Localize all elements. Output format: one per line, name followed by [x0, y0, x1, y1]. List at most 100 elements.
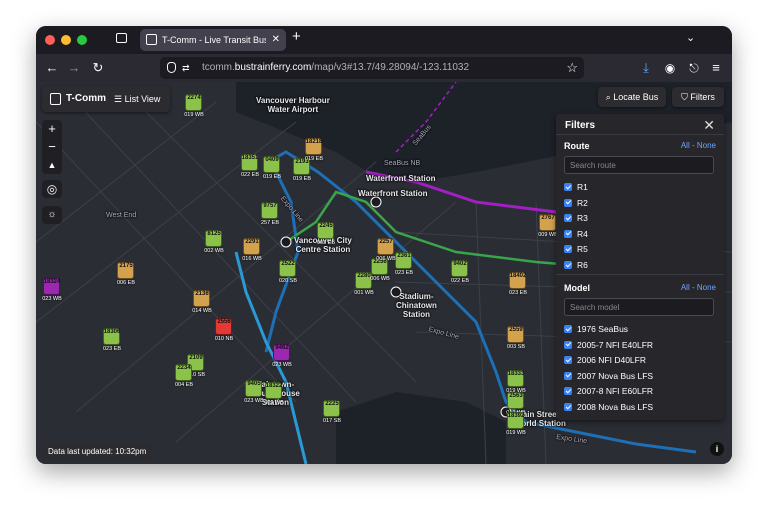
bus-marker[interactable]: 18306 023 EB: [100, 328, 124, 354]
checkbox[interactable]: [564, 198, 572, 207]
bus-direction: 023 WB: [42, 296, 62, 302]
route-option-label: R4: [577, 228, 588, 239]
waterfront-label: Waterfront Station: [366, 174, 436, 183]
bus-id: 2291: [245, 239, 259, 245]
route-none-link[interactable]: None: [697, 141, 716, 150]
checkbox[interactable]: [564, 183, 572, 191]
bus-marker[interactable]: 2225 017 SB: [320, 400, 344, 426]
station-marker[interactable]: [370, 196, 382, 208]
address-bar[interactable]: ⇄ tcomm.bustrainferry.com/map/v3#13.7/49…: [160, 57, 584, 79]
bus-id: 18218: [305, 139, 323, 145]
checkbox[interactable]: [564, 387, 572, 396]
bus-direction: 019 EB: [292, 176, 312, 182]
tab-tcomm[interactable]: T-Comm - Live Transit Bus Loca ✕: [140, 29, 286, 51]
checkbox[interactable]: [564, 214, 572, 223]
route-option-label: R5: [577, 244, 588, 255]
bus-id: 0409: [265, 157, 279, 163]
compass-icon[interactable]: ▲: [42, 156, 62, 174]
divider: [556, 134, 724, 135]
theme-toggle-icon[interactable]: ☼: [42, 206, 62, 224]
bus-marker[interactable]: 2245 003 EB: [314, 222, 338, 248]
model-search-input[interactable]: Search model: [564, 298, 714, 316]
site-settings-icon[interactable]: ⇄: [182, 57, 190, 79]
filters-button[interactable]: ⛉ Filters: [672, 87, 724, 107]
bus-marker[interactable]: 2291 016 WB: [240, 238, 264, 264]
station-marker[interactable]: [280, 236, 292, 248]
list-view-button[interactable]: ☰ List View: [114, 86, 160, 112]
bus-marker[interactable]: 8125 002 WB: [202, 230, 226, 256]
tab-list-chevron-icon[interactable]: ⌄: [686, 31, 695, 44]
extensions-icon[interactable]: ⎋: [684, 54, 704, 82]
geolocate-icon[interactable]: ◎: [42, 180, 62, 198]
locate-bus-button[interactable]: ⌕ Locate Bus: [598, 87, 666, 107]
bus-marker[interactable]: 9462 023 WB: [270, 344, 294, 370]
checkbox[interactable]: [564, 403, 572, 411]
route-option-label: R6: [577, 260, 588, 270]
bus-marker[interactable]: 2234 004 EB: [172, 364, 196, 390]
close-window-button[interactable]: [45, 35, 55, 45]
checkbox[interactable]: [564, 371, 572, 380]
checkbox[interactable]: [564, 356, 572, 365]
status-badge: Data last updated: 10:32pm: [42, 444, 153, 460]
list-view-label: List View: [124, 94, 161, 104]
bus-direction: 023 EB: [508, 290, 528, 296]
new-tab-button[interactable]: +: [292, 28, 301, 45]
bus-marker[interactable]: 0409 019 EB: [260, 156, 284, 182]
close-tab-icon[interactable]: ✕: [272, 29, 280, 51]
bus-id: 2257: [379, 239, 393, 245]
bus-marker[interactable]: 2559 003 SB: [504, 326, 528, 352]
menu-icon[interactable]: ≡: [706, 54, 726, 82]
brand-title[interactable]: T-Comm: [66, 89, 106, 109]
bus-marker[interactable]: 2257 006 WB: [374, 238, 398, 264]
bus-favicon-icon: [146, 34, 157, 45]
model-option-label: 2007-8 NFI E60LFR: [577, 386, 654, 397]
checkbox[interactable]: [564, 340, 572, 349]
locate-bus-label: Locate Bus: [613, 92, 659, 102]
url-text[interactable]: tcomm.bustrainferry.com/map/v3#13.7/49.2…: [202, 57, 469, 79]
bookmark-star-icon[interactable]: ☆: [566, 57, 578, 79]
shield-icon[interactable]: [167, 62, 176, 73]
model-none-link[interactable]: None: [697, 283, 716, 292]
bus-marker[interactable]: 2175 006 EB: [114, 262, 138, 288]
bus-marker[interactable]: 2136 014 WB: [190, 290, 214, 316]
back-icon[interactable]: ←: [42, 54, 62, 82]
bus-marker[interactable]: 18324 023 WB: [40, 278, 64, 304]
minimize-window-button[interactable]: [61, 35, 71, 45]
checkbox[interactable]: [564, 229, 572, 238]
bus-marker[interactable]: 9757 257 EB: [258, 202, 282, 228]
info-icon[interactable]: i: [710, 442, 724, 456]
zoom-in-button[interactable]: +: [42, 120, 62, 138]
bus-id: 2245: [319, 223, 333, 229]
bus-marker[interactable]: 2522 020 SB: [276, 260, 300, 286]
bus-id: 2225: [325, 401, 339, 407]
reload-icon[interactable]: ↻: [88, 54, 108, 82]
bus-id: 18392: [507, 413, 525, 419]
account-icon[interactable]: ◉: [660, 54, 680, 82]
bus-marker[interactable]: 9402 022 EB: [448, 260, 472, 286]
navigation-bar: ← → ↻ ⇄ tcomm.bustrainferry.com/map/v3#1…: [36, 54, 732, 82]
bus-id: 18324: [43, 279, 61, 285]
model-section-title: Model: [564, 283, 590, 293]
bus-marker[interactable]: 2274 019 WB: [182, 94, 206, 120]
bus-marker[interactable]: 18392 019 WB: [504, 412, 528, 438]
bus-marker[interactable]: 18322 009 WB: [262, 382, 286, 408]
route-search-input[interactable]: Search route: [564, 156, 714, 174]
close-icon[interactable]: ✕: [703, 117, 715, 134]
bus-direction: 257 EB: [260, 220, 280, 226]
bus-marker[interactable]: 18402 023 EB: [506, 272, 530, 298]
checkbox[interactable]: [564, 261, 572, 269]
forward-icon[interactable]: →: [64, 54, 84, 82]
zoom-out-button[interactable]: −: [42, 138, 62, 156]
model-all-link[interactable]: All: [681, 283, 690, 292]
bus-direction: 006 EB: [116, 280, 136, 286]
tab-overview-icon[interactable]: [116, 33, 127, 43]
bus-marker[interactable]: 2556 010 NB: [212, 318, 236, 344]
download-icon[interactable]: ⤓: [636, 54, 656, 82]
route-option-label: R3: [577, 213, 588, 224]
map-canvas[interactable]: Vancouver Harbour Water Airport Waterfron…: [36, 82, 732, 464]
checkbox[interactable]: [564, 245, 572, 254]
route-all-link[interactable]: All: [681, 141, 690, 150]
bus-marker[interactable]: 18218 019 EB: [302, 138, 326, 164]
maximize-window-button[interactable]: [77, 35, 87, 45]
checkbox[interactable]: [564, 325, 572, 333]
